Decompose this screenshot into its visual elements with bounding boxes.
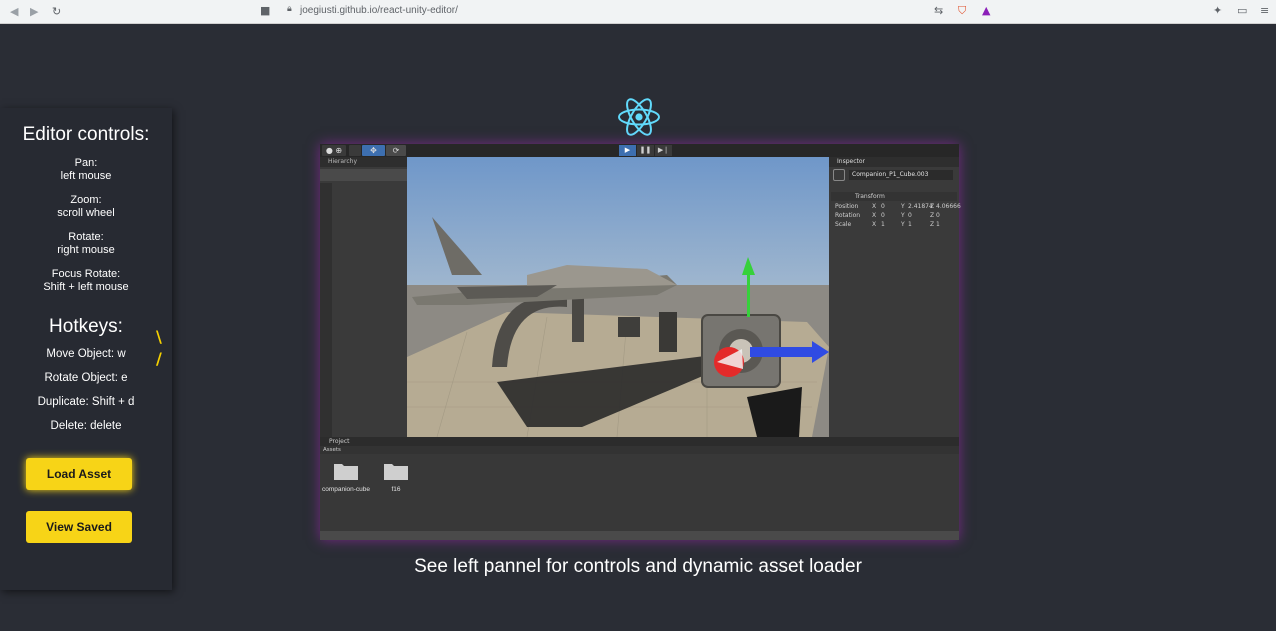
rotate-tool-icon[interactable]: ⟳ [386,145,406,156]
control-focus-rotate: Focus Rotate: Shift + left mouse [43,268,129,293]
editor-toolbar: ● ⊕ ✥ ⟳ ▶ ❚❚ ▶❘ [320,144,959,157]
arrow-left-icon[interactable]: ◀ [10,5,18,18]
react-logo-icon [618,98,660,136]
hotkey-delete: Delete: delete [50,420,122,432]
step-icon[interactable]: ▶❘ [655,145,672,156]
asset-f16[interactable]: f16 [370,461,422,493]
hotkey-move: Move Object: w [46,348,126,360]
transform-row-rotation: Rotation X0 Y0 Z0 [835,212,940,219]
inspector-panel: Inspector Companion_P1_Cube.003 Transfor… [829,157,961,437]
object-name-field[interactable]: Companion_P1_Cube.003 [849,170,953,180]
control-zoom: Zoom: scroll wheel [57,194,115,219]
cube-icon [833,169,845,181]
tab-inspector[interactable]: Inspector [829,157,959,167]
hierarchy-gutter [320,183,332,437]
transform-row-scale: Scale X1 Y1 Z1 [835,221,940,228]
hand-tool-icon[interactable]: ● ⊕ [322,145,346,156]
play-icon[interactable]: ▶ [619,145,636,156]
project-panel: Project Assets companion-cube f16 [320,437,959,540]
pause-icon[interactable]: ❚❚ [637,145,654,156]
editor-controls-panel: Editor controls: Pan: left mouse Zoom: s… [0,108,172,590]
view-saved-button[interactable]: View Saved [26,511,132,543]
rewards-icon[interactable]: ▲ [982,4,990,17]
bookmark-icon[interactable]: ■ [260,4,270,17]
arrow-right-icon[interactable]: ▶ [30,5,38,18]
tab-hierarchy[interactable]: Hierarchy [320,157,407,167]
scene-view[interactable] [407,157,829,437]
move-tool-icon[interactable]: ✥ [362,145,385,156]
brave-shield-icon[interactable]: ⛉ [958,4,966,18]
reload-icon[interactable]: ↻ [52,5,61,18]
folder-icon [334,464,358,480]
transform-component-header[interactable]: Transform [831,192,957,201]
translate-icon[interactable]: ⇆ [934,4,943,17]
hotkey-duplicate: Duplicate: Shift + d [37,396,135,408]
control-rotate: Rotate: right mouse [57,231,115,256]
browser-toolbar: ◀ ▶ ↻ ■ 🔒︎ joegiusti.github.io/react-uni… [0,0,1276,24]
control-pan: Pan: left mouse [60,157,112,182]
extensions-icon[interactable]: ✦ [1213,4,1222,17]
folder-icon [384,464,408,480]
page-caption: See left pannel for controls and dynamic… [414,556,862,577]
assets-breadcrumb[interactable]: Assets [320,446,959,454]
asset-companion-cube[interactable]: companion-cube [320,461,372,493]
load-asset-button[interactable]: Load Asset [26,458,132,490]
collapse-handle-icon[interactable]: \ / [156,326,162,370]
menu-icon[interactable]: ≡ [1260,4,1269,17]
hierarchy-search-input[interactable] [320,169,407,181]
editor-status-bar [320,531,959,540]
hotkeys-title: Hotkeys: [49,316,123,337]
unity-editor: ● ⊕ ✥ ⟳ ▶ ❚❚ ▶❘ Hierarchy Inspector Comp… [320,144,961,540]
lock-icon: 🔒︎ [287,4,292,14]
tab-project[interactable]: Project [320,437,959,446]
panel-title: Editor controls: [22,124,150,145]
transform-row-position: Position X0 Y 2.41874 Z 4.06666 [835,203,961,210]
hotkey-rotate: Rotate Object: e [44,372,128,384]
tool-spacer [349,145,361,156]
address-bar[interactable]: joegiusti.github.io/react-unity-editor/ [300,5,458,16]
wallet-icon[interactable]: ▭ [1237,4,1247,17]
hierarchy-panel: Hierarchy [320,157,407,437]
